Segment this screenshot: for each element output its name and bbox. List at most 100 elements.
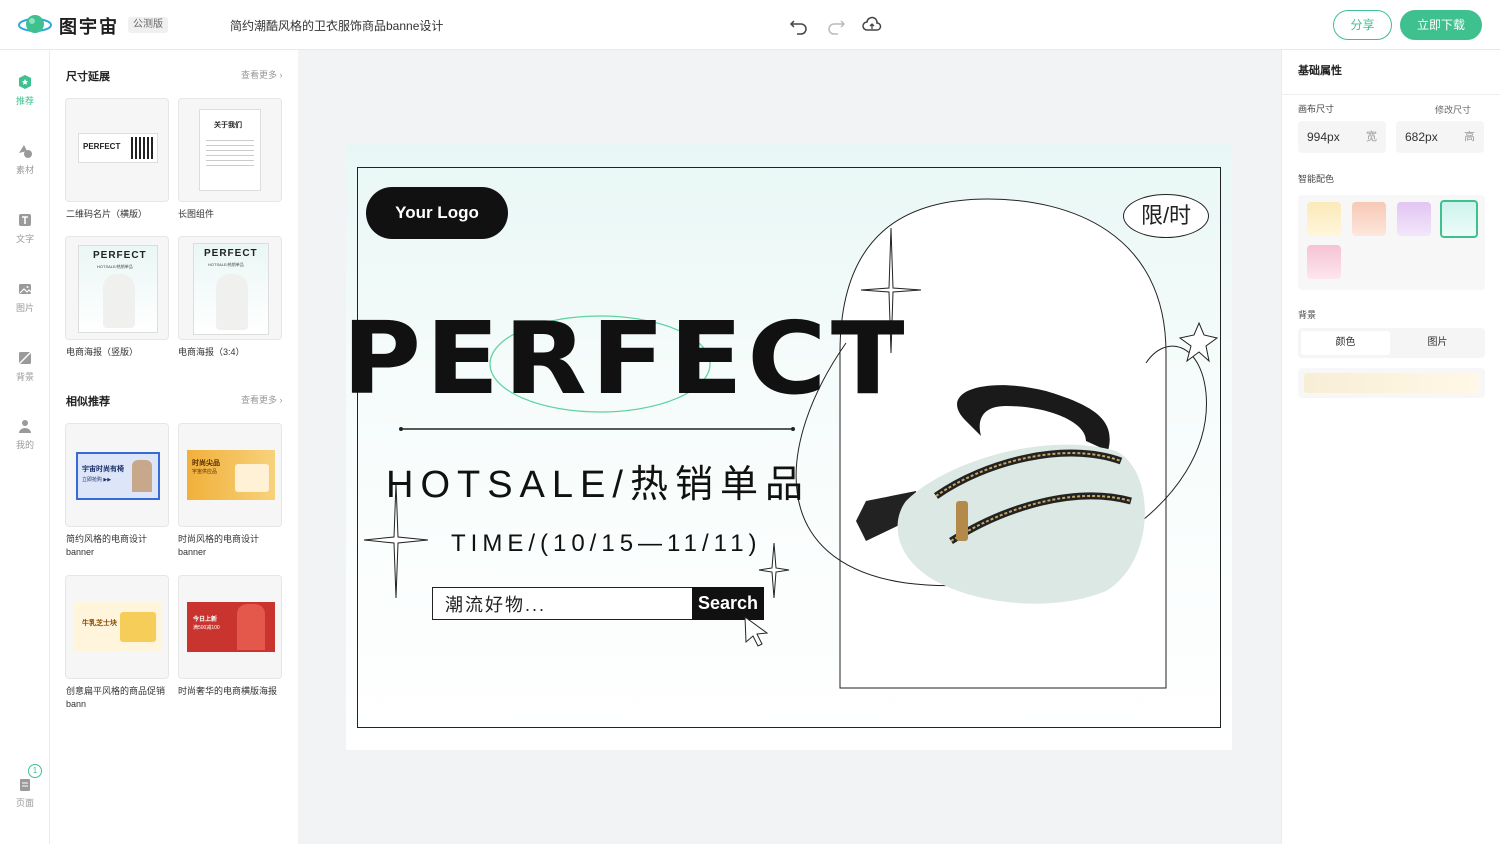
- similar-label-1: 简约风格的电商设计 banner: [66, 533, 176, 559]
- similar-4-preview: 今日上新 满500减100: [187, 602, 275, 652]
- similar-2-label: 时尚风格的电商设计: [178, 534, 260, 544]
- bg-tab-image[interactable]: 图片: [1393, 331, 1482, 355]
- thumb-similar-4[interactable]: 今日上新 满500减100: [178, 575, 282, 679]
- size-item-label-1: 二维码名片（横版）: [66, 209, 148, 219]
- thumb-similar-3[interactable]: 牛乳芝士块: [65, 575, 169, 679]
- poster-34-sub: HOTSALE/热销单品: [208, 262, 244, 267]
- nav-item-mine[interactable]: 我的: [0, 418, 50, 451]
- nav-item-image[interactable]: 图片: [0, 281, 50, 314]
- similar-2-sub: 宇宙供应品: [192, 469, 218, 475]
- similar-2-sublabel: banner: [178, 547, 207, 557]
- qr-code-icon: [131, 137, 153, 159]
- background-color-preview[interactable]: [1298, 368, 1485, 398]
- size-extension-title: 尺寸延展: [66, 71, 110, 83]
- nav-label-background: 背景: [15, 372, 34, 382]
- size-item-label-2: 长图组件: [178, 209, 215, 219]
- height-field[interactable]: 682px 高: [1396, 121, 1484, 153]
- long-image-preview: 关于我们: [199, 109, 261, 191]
- width-value[interactable]: 994px: [1307, 130, 1340, 144]
- search-box[interactable]: 潮流好物... Search: [432, 587, 764, 620]
- qr-card-preview: PERFECT: [78, 133, 158, 163]
- similar-1-title: 宇宙时尚有椅: [82, 466, 124, 473]
- resize-link[interactable]: 修改尺寸: [1435, 103, 1471, 116]
- swatch-pink[interactable]: [1307, 245, 1341, 279]
- nav-item-background[interactable]: 背景: [0, 350, 50, 383]
- thumb-long-image[interactable]: 关于我们: [178, 98, 282, 202]
- nav-label-pages: 页面: [15, 798, 34, 808]
- swatch-yellow[interactable]: [1307, 202, 1341, 236]
- left-nav: 推荐 素材 文字 图片 背景 我的 页面 1: [0, 50, 50, 844]
- similar-3-preview: 牛乳芝士块: [74, 602, 162, 652]
- beta-badge: 公测版: [128, 17, 168, 33]
- nav-label-image: 图片: [15, 303, 34, 313]
- similar-1-sublabel: banner: [66, 547, 95, 557]
- thumb-similar-2[interactable]: 时尚尖品 宇宙供应品: [178, 423, 282, 527]
- nav-item-pages[interactable]: 页面 1: [0, 764, 50, 809]
- document-title[interactable]: 简约潮酷风格的卫衣服饰商品banne设计: [230, 17, 443, 34]
- shapes-icon: [19, 145, 32, 158]
- swatch-mint-selected[interactable]: [1440, 200, 1478, 238]
- limited-time-tag[interactable]: 限/时: [1123, 194, 1209, 238]
- image-icon: [19, 284, 32, 294]
- download-button[interactable]: 立即下载: [1400, 10, 1482, 40]
- similar-1-preview: 宇宙时尚有椅 立即抢购 ▶▶: [76, 452, 160, 500]
- user-icon: [19, 420, 31, 433]
- properties-panel: 基础属性 画布尺寸 修改尺寸 994px 宽 682px 高 智能配色 背景 颜色 …: [1281, 50, 1500, 844]
- nav-item-recommend[interactable]: 推荐: [0, 74, 50, 107]
- similar-1-label: 简约风格的电商设计: [66, 534, 148, 544]
- height-unit: 高: [1464, 131, 1475, 143]
- pages-count-badge: 1: [28, 764, 42, 778]
- size-more-label: 查看更多: [241, 70, 278, 80]
- similar-3-sublabel: bann: [66, 699, 87, 709]
- thumb-qr-card[interactable]: PERFECT: [65, 98, 169, 202]
- poster-model-image: [103, 274, 135, 328]
- search-input[interactable]: 潮流好物...: [445, 591, 546, 617]
- undo-icon[interactable]: [789, 15, 809, 35]
- swatch-peach[interactable]: [1352, 202, 1386, 236]
- width-field[interactable]: 994px 宽: [1298, 121, 1386, 153]
- background-icon: [18, 351, 32, 365]
- text-icon: [19, 214, 31, 226]
- share-button[interactable]: 分享: [1333, 10, 1392, 40]
- bg-tab-color[interactable]: 颜色: [1301, 331, 1390, 355]
- poster-vertical-text: PERFECT: [93, 250, 147, 261]
- nav-label-recommend: 推荐: [15, 96, 34, 106]
- redo-icon[interactable]: [826, 15, 846, 35]
- properties-title: 基础属性: [1298, 65, 1342, 77]
- top-bar: 图宇宙 公测版 简约潮酷风格的卫衣服饰商品banne设计 分享 立即下载: [0, 0, 1500, 50]
- similar-more-label: 查看更多: [241, 395, 278, 405]
- size-item-label-3: 电商海报（竖版）: [66, 347, 139, 357]
- thumb-poster-34[interactable]: PERFECT HOTSALE/热销单品: [178, 236, 282, 340]
- swatch-lavender[interactable]: [1397, 202, 1431, 236]
- thumb-poster-vertical[interactable]: PERFECT HOTSALE/热销单品: [65, 236, 169, 340]
- poster-vertical-preview: PERFECT HOTSALE/热销单品: [78, 245, 158, 333]
- thumb-similar-1[interactable]: 宇宙时尚有椅 立即抢购 ▶▶: [65, 423, 169, 527]
- divider: [1282, 94, 1500, 95]
- brand-logo-icon[interactable]: [18, 13, 52, 37]
- artboard[interactable]: Your Logo 限/时 PERFECT HOTSALE/热销单品 TIME/…: [342, 143, 1232, 750]
- similar-3-title: 牛乳芝士块: [82, 620, 117, 627]
- furniture-image: [235, 464, 269, 492]
- poster-34-preview: PERFECT HOTSALE/热销单品: [193, 243, 269, 335]
- similar-2-title: 时尚尖品: [192, 460, 220, 467]
- size-more-link[interactable]: 查看更多 ›: [241, 68, 283, 81]
- nav-item-material[interactable]: 素材: [0, 143, 50, 176]
- similar-1-sub: 立即抢购 ▶▶: [82, 477, 112, 483]
- hotsale-title[interactable]: HOTSALE/热销单品: [386, 453, 810, 508]
- brand-name[interactable]: 图宇宙: [59, 13, 119, 39]
- cloud-save-icon[interactable]: [862, 15, 882, 35]
- logo-pill[interactable]: Your Logo: [366, 187, 508, 239]
- nav-label-material: 素材: [15, 165, 34, 175]
- background-label: 背景: [1298, 310, 1317, 320]
- nav-label-text: 文字: [15, 234, 34, 244]
- template-panel: 尺寸延展 查看更多 › PERFECT 二维码名片（横版） 关于我们 长图组件 …: [50, 50, 298, 844]
- nav-item-text[interactable]: 文字: [0, 212, 50, 245]
- similar-more-link[interactable]: 查看更多 ›: [241, 393, 283, 406]
- time-range[interactable]: TIME/(10/15—11/11): [451, 530, 762, 558]
- long-image-lines: [206, 140, 254, 170]
- model-red-image: [237, 604, 265, 650]
- height-value[interactable]: 682px: [1405, 130, 1438, 144]
- poster-vertical-sub: HOTSALE/热销单品: [97, 264, 133, 269]
- headline-perfect[interactable]: PERFECT: [342, 309, 909, 409]
- waist-bag-image: [856, 385, 1145, 604]
